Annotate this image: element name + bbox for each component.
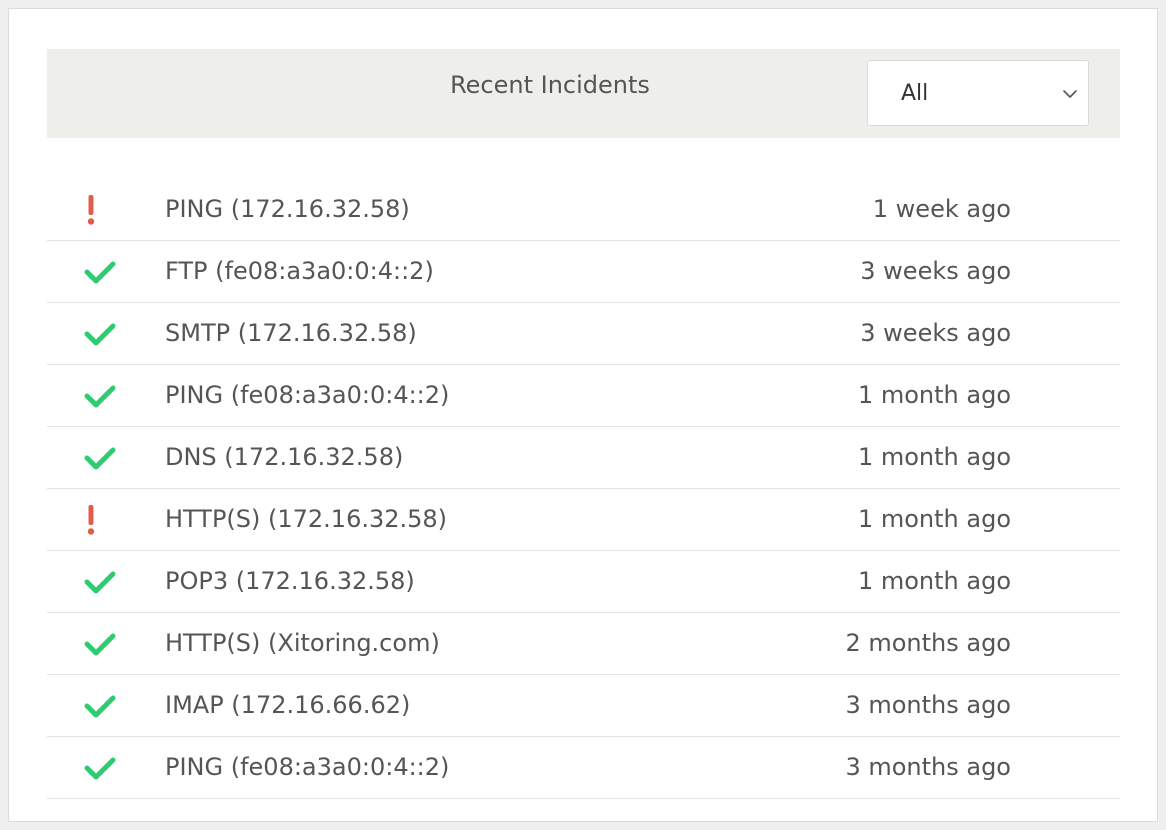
incident-name: HTTP(S) (172.16.32.58) bbox=[165, 505, 448, 533]
incident-time: 1 month ago bbox=[857, 505, 1011, 533]
incident-name: PING (fe08:a3a0:0:4::2) bbox=[165, 753, 450, 781]
checkmark-icon bbox=[84, 323, 116, 346]
incident-filter-select[interactable]: All bbox=[867, 60, 1089, 126]
checkmark-icon bbox=[84, 571, 116, 594]
checkmark-icon bbox=[84, 447, 116, 470]
incident-time: 1 week ago bbox=[872, 195, 1011, 223]
incident-time: 1 month ago bbox=[857, 381, 1011, 409]
incident-time: 3 weeks ago bbox=[860, 257, 1011, 285]
incident-row[interactable]: HTTP(S) (172.16.32.58) 1 month ago bbox=[47, 489, 1120, 551]
incident-name: PING (172.16.32.58) bbox=[165, 195, 410, 223]
incident-name: SMTP (172.16.32.58) bbox=[165, 319, 417, 347]
incident-time: 2 months ago bbox=[845, 629, 1011, 657]
incident-time: 3 months ago bbox=[845, 753, 1011, 781]
incident-row[interactable]: SMTP (172.16.32.58) 3 weeks ago bbox=[47, 303, 1120, 365]
incident-list: PING (172.16.32.58) 1 week ago FTP (fe08:a… bbox=[47, 179, 1120, 799]
checkmark-icon bbox=[84, 757, 116, 780]
exclamation-icon bbox=[87, 195, 95, 225]
incident-row[interactable]: DNS (172.16.32.58) 1 month ago bbox=[47, 427, 1120, 489]
checkmark-icon bbox=[84, 695, 116, 718]
incident-name: HTTP(S) (Xitoring.com) bbox=[165, 629, 440, 657]
incident-name: POP3 (172.16.32.58) bbox=[165, 567, 415, 595]
checkmark-icon bbox=[84, 261, 116, 284]
exclamation-icon bbox=[87, 505, 95, 535]
incident-time: 3 weeks ago bbox=[860, 319, 1011, 347]
incident-name: IMAP (172.16.66.62) bbox=[165, 691, 411, 719]
incident-row[interactable]: PING (fe08:a3a0:0:4::2) 3 months ago bbox=[47, 737, 1120, 799]
incident-row[interactable]: FTP (fe08:a3a0:0:4::2) 3 weeks ago bbox=[47, 241, 1120, 303]
incident-row[interactable]: POP3 (172.16.32.58) 1 month ago bbox=[47, 551, 1120, 613]
incident-name: PING (fe08:a3a0:0:4::2) bbox=[165, 381, 450, 409]
chevron-down-icon bbox=[1063, 90, 1077, 98]
incidents-header: Recent Incidents All bbox=[47, 49, 1120, 138]
incident-time: 3 months ago bbox=[845, 691, 1011, 719]
incident-time: 1 month ago bbox=[857, 567, 1011, 595]
checkmark-icon bbox=[84, 633, 116, 656]
incident-row[interactable]: HTTP(S) (Xitoring.com) 2 months ago bbox=[47, 613, 1120, 675]
incident-row[interactable]: IMAP (172.16.66.62) 3 months ago bbox=[47, 675, 1120, 737]
incident-filter-value: All bbox=[901, 81, 929, 106]
incident-time: 1 month ago bbox=[857, 443, 1011, 471]
incident-row[interactable]: PING (fe08:a3a0:0:4::2) 1 month ago bbox=[47, 365, 1120, 427]
checkmark-icon bbox=[84, 385, 116, 408]
incident-name: DNS (172.16.32.58) bbox=[165, 443, 404, 471]
incidents-card: Recent Incidents All PING (172.16.32.58)… bbox=[8, 8, 1158, 822]
incident-row[interactable]: PING (172.16.32.58) 1 week ago bbox=[47, 179, 1120, 241]
incident-name: FTP (fe08:a3a0:0:4::2) bbox=[165, 257, 434, 285]
